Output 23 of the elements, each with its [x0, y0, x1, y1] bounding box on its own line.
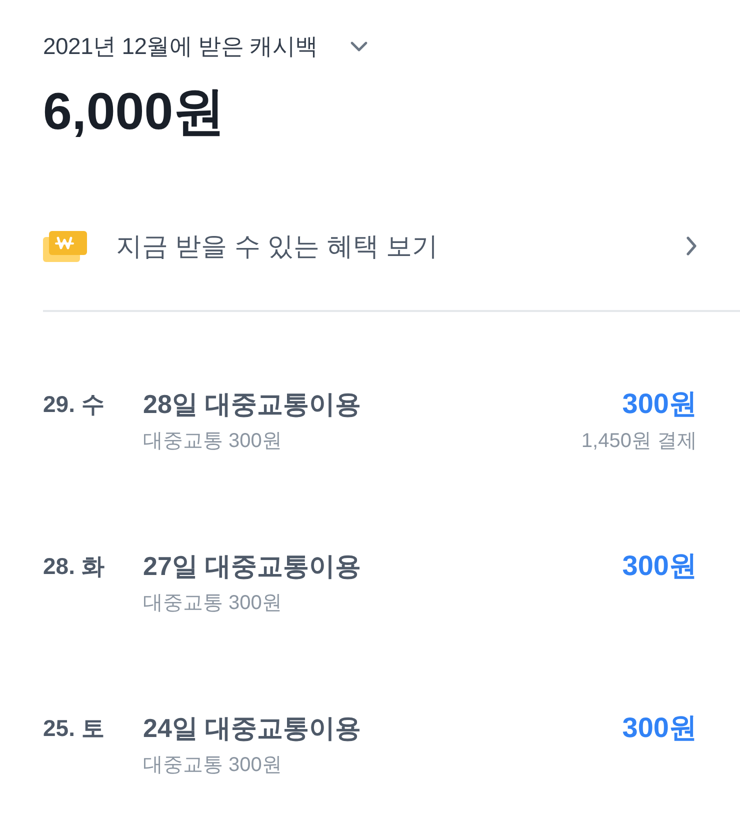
- transaction-title: 24일 대중교통이용: [143, 712, 362, 745]
- cashback-row[interactable]: 29. 수 28일 대중교통이용 대중교통 300원 300원 1,450원 결제: [43, 387, 697, 457]
- cashback-row[interactable]: 28. 화 27일 대중교통이용 대중교통 300원 300원: [43, 549, 697, 619]
- chevron-down-icon: [350, 40, 368, 52]
- cashback-amount: 300원: [622, 549, 697, 583]
- transaction-date: 28. 화: [43, 552, 106, 581]
- benefits-label: 지금 받을 수 있는 혜택 보기: [116, 230, 438, 263]
- cashback-total: 6,000원: [43, 83, 226, 141]
- payment-amount: 1,450원 결제: [581, 429, 697, 454]
- cashback-amount: 300원: [622, 387, 697, 421]
- transaction-detail: 대중교통 300원: [143, 753, 282, 778]
- transaction-detail: 대중교통 300원: [143, 591, 282, 616]
- transaction-detail: 대중교통 300원: [143, 429, 282, 454]
- transaction-title: 28일 대중교통이용: [143, 388, 362, 421]
- benefits-link[interactable]: 지금 받을 수 있는 혜택 보기: [43, 221, 697, 271]
- month-selector[interactable]: 2021년 12월에 받은 캐시백: [43, 31, 368, 61]
- transaction-title: 27일 대중교통이용: [143, 550, 362, 583]
- cashback-amount: 300원: [622, 711, 697, 745]
- cashback-row[interactable]: 25. 토 24일 대중교통이용 대중교통 300원 300원: [43, 711, 697, 781]
- transaction-date: 29. 수: [43, 390, 106, 419]
- transaction-date: 25. 토: [43, 714, 106, 743]
- cash-card-icon: [43, 230, 87, 262]
- chevron-right-icon: [686, 236, 697, 256]
